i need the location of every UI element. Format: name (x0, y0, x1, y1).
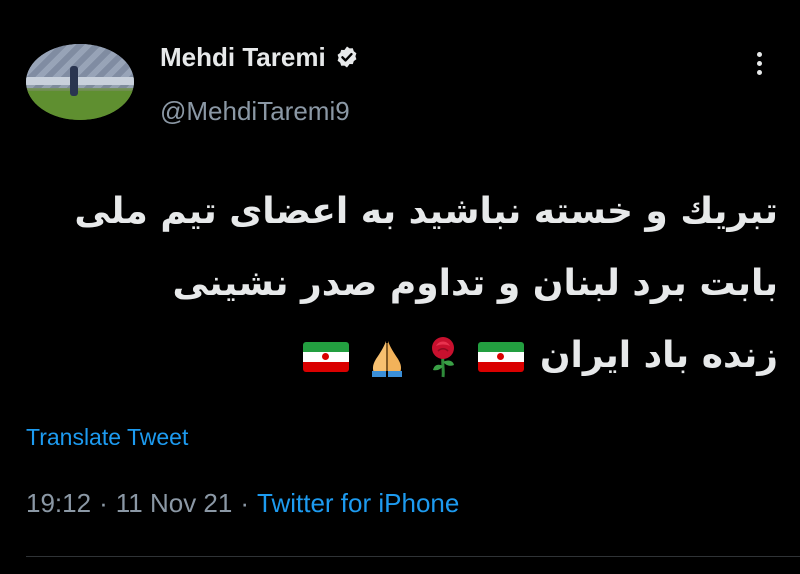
folded-hands-icon (372, 341, 403, 377)
iran-flag-icon (478, 342, 525, 372)
verified-badge-icon (337, 46, 357, 68)
tweet-source-link[interactable]: Twitter for iPhone (257, 488, 459, 518)
tweet-line: تبريك و خسته نباشيد به اعضای تيم ملی (74, 191, 778, 232)
more-dot (756, 60, 762, 66)
more-dot (756, 51, 762, 57)
tweet-line-3: زنده باد ايران (20, 320, 778, 392)
avatar-board (26, 77, 134, 86)
tweet-line-text: زنده باد ايران (539, 335, 778, 376)
more-dot (756, 69, 762, 75)
tweet-line: بابت برد لبنان و تداوم صدر نشينی (172, 263, 778, 304)
tweet-date[interactable]: 11 Nov 21 (116, 488, 233, 518)
iran-flag-icon (302, 342, 349, 372)
rose-icon (431, 337, 454, 378)
meta-separator: · (99, 488, 108, 518)
author-name[interactable]: Mehdi Taremi (160, 42, 326, 73)
tweet-text: تبريك و خسته نباشيد به اعضای تيم ملی باب… (20, 176, 778, 392)
meta-separator: · (240, 488, 250, 518)
tweet-meta: 19:12 · 11 Nov 21 · Twitter for iPhone (26, 488, 459, 519)
divider (26, 556, 800, 557)
more-options-icon[interactable] (744, 46, 774, 80)
avatar-grass (26, 91, 134, 120)
author-row[interactable]: Mehdi Taremi (160, 40, 359, 74)
author-handle[interactable]: @MehdiTaremi9 (160, 96, 350, 127)
avatar[interactable] (26, 44, 134, 120)
tweet-time[interactable]: 19:12 (26, 488, 91, 518)
avatar-player (70, 66, 78, 96)
translate-tweet-link[interactable]: Translate Tweet (26, 424, 188, 451)
